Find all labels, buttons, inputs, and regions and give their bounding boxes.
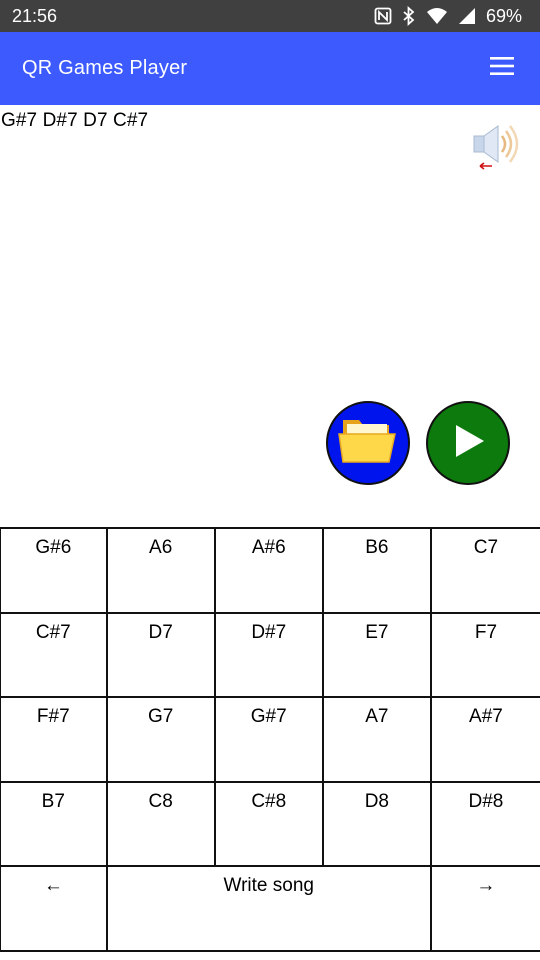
note-key[interactable]: C#7	[0, 613, 108, 696]
note-key[interactable]: B7	[0, 782, 108, 865]
note-key[interactable]: D#7	[215, 613, 324, 696]
status-icons: 69%	[374, 6, 522, 27]
speaker-icon	[470, 125, 522, 176]
battery-level: 69%	[485, 5, 522, 26]
note-key[interactable]: C#8	[215, 782, 324, 865]
back-button[interactable]: ←	[0, 867, 108, 950]
note-key[interactable]: G#6	[0, 529, 108, 612]
status-time: 21:56	[12, 5, 58, 26]
wifi-icon	[426, 7, 448, 25]
signal-icon	[458, 7, 476, 25]
note-row: F#7 G7 G#7 A7 A#7	[0, 698, 540, 783]
note-key[interactable]: G#7	[215, 698, 324, 781]
note-key[interactable]: F#7	[0, 698, 108, 781]
note-key[interactable]: C7	[431, 529, 540, 612]
note-key[interactable]: D8	[323, 782, 432, 865]
note-row: G#6 A6 A#6 B6 C7	[0, 529, 540, 614]
note-key[interactable]: D7	[107, 613, 216, 696]
status-bar: 21:56 69%	[0, 0, 540, 32]
note-row: C#7 D7 D#7 E7 F7	[0, 613, 540, 698]
bluetooth-icon	[402, 6, 416, 26]
note-key[interactable]: A6	[107, 529, 216, 612]
note-key[interactable]: C8	[107, 782, 216, 865]
note-row: B7 C8 C#8 D8 D#8	[0, 782, 540, 867]
note-key[interactable]: D#8	[431, 782, 540, 865]
folder-icon	[337, 416, 399, 471]
note-key[interactable]: A7	[323, 698, 432, 781]
note-key[interactable]: A#6	[215, 529, 324, 612]
note-keyboard: G#6 A6 A#6 B6 C7 C#7 D7 D#7 E7 F7 F#7 G7…	[0, 527, 540, 952]
hamburger-menu-icon	[490, 57, 514, 80]
forward-button[interactable]: →	[431, 867, 540, 950]
note-key[interactable]: A#7	[431, 698, 540, 781]
app-bar: QR Games Player	[0, 32, 540, 105]
menu-button[interactable]	[488, 55, 516, 83]
open-file-button[interactable]	[326, 401, 410, 485]
note-key[interactable]: F7	[431, 613, 540, 696]
note-key[interactable]: E7	[323, 613, 432, 696]
play-button[interactable]	[426, 401, 510, 485]
play-icon	[448, 421, 488, 466]
nfc-icon	[374, 7, 392, 25]
control-row: ← Write song →	[0, 867, 540, 952]
note-key[interactable]: G7	[107, 698, 216, 781]
note-key[interactable]: B6	[323, 529, 432, 612]
write-song-button[interactable]: Write song	[107, 867, 432, 950]
note-sequence: G#7 D#7 D7 C#7	[1, 110, 149, 131]
app-title: QR Games Player	[22, 57, 188, 79]
sound-toggle-button[interactable]	[470, 122, 522, 172]
